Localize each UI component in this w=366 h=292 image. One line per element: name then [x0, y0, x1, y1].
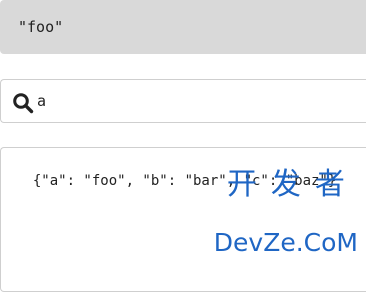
json-input-area[interactable]: {"a": "foo", "b": "bar", "c": "baz"} 开发者…: [0, 147, 366, 292]
watermark-logo: 开发者 DevZe.CoM: [213, 148, 358, 283]
watermark-line2: DevZe.CoM: [213, 228, 358, 257]
watermark-line1: 开发者: [226, 167, 359, 202]
result-value: "foo": [18, 18, 64, 36]
result-output: "foo": [0, 0, 366, 54]
search-box[interactable]: [0, 79, 366, 123]
search-icon: [12, 92, 34, 114]
search-input[interactable]: [37, 88, 357, 114]
